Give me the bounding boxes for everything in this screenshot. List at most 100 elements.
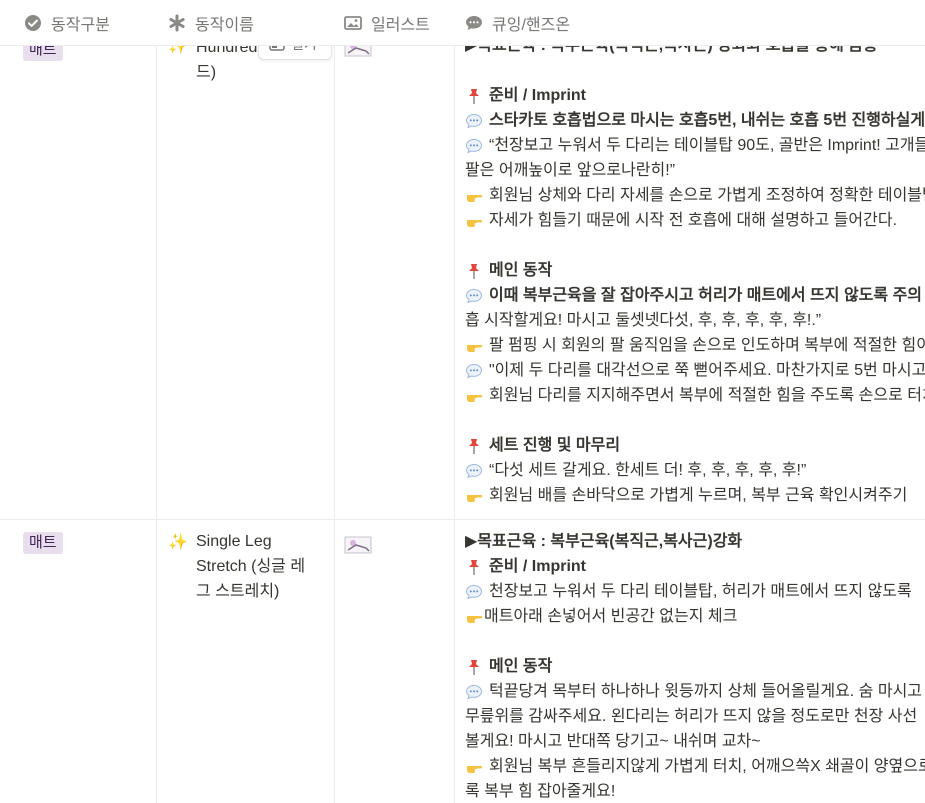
pushpin-icon [465, 558, 483, 576]
pointing-hand-icon [465, 187, 483, 205]
speech-bubble-icon [465, 683, 483, 701]
content-line: 자세가 힘들기 때문에 시작 전 호흡에 대해 설명하고 들어간다. [465, 208, 925, 233]
table-header: 동작구분 동작이름 일러스트 큐잉/핸즈온 [0, 0, 925, 46]
content-text: 무릎위를 감싸주세요. 왼다리는 허리가 뜨지 않을 정도로만 천장 사선 [465, 708, 918, 725]
pointing-hand-icon [465, 487, 483, 505]
illustration-thumbnail[interactable] [344, 534, 372, 554]
exercise-name-line: 그 스트레치) [196, 583, 280, 600]
exercise-name-line: Single Leg [196, 533, 272, 550]
column-header-category[interactable]: 동작구분 [24, 0, 110, 45]
exercise-name-line: 드) [196, 64, 217, 81]
cueing-content: ▶목표근육 : 복부근육(복직근,복사근) 강화와 호흡을 통해 몸통준비 / … [465, 45, 925, 508]
open-button[interactable]: 열기 [258, 45, 332, 60]
content-line: “천장보고 누워서 두 다리는 테이블탑 90도, 골반은 Imprint! 고… [465, 133, 925, 158]
content-line: 회원님 다리를 지지해주면서 복부에 적절한 힘을 주도록 손으로 터치 [465, 383, 925, 408]
category-tag[interactable]: 매트 [23, 532, 63, 554]
image-icon [344, 14, 362, 32]
sparkle-icon: ✨ [168, 45, 188, 55]
content-line: 팔은 어깨높이로 앞으로나란히!” [465, 158, 925, 183]
cueing-content: ▶목표근육 : 복부근육(복직근,복사근)강화준비 / Imprint 천장보고 … [465, 529, 925, 803]
content-line: 록 복부 힘 잡아줄게요! [465, 779, 925, 803]
column-header-label: 일러스트 [371, 16, 430, 34]
content-text: 스타카토 호흡법으로 마시는 호흡5번, 내쉬는 호흡 5번 진행하실게요 [489, 112, 925, 129]
pointing-hand-icon [465, 387, 483, 405]
content-line: 흡 시작할게요! 마시고 둘셋넷다섯, 후, 후, 후, 후, 후!.” [465, 308, 925, 333]
pushpin-icon [465, 87, 483, 105]
content-text: 흡 시작할게요! 마시고 둘셋넷다섯, 후, 후, 후, 후, 후!.” [465, 312, 822, 329]
content-line: 세트 진행 및 마무리 [465, 433, 925, 458]
content-line [465, 58, 925, 83]
column-header-label: 동작구분 [51, 16, 110, 34]
content-line: 메인 동작 [465, 654, 925, 679]
pushpin-icon [465, 658, 483, 676]
content-text: 팔 펌핑 시 회원의 팔 움직임을 손으로 인도하며 복부에 적절한 힘이 [489, 337, 925, 354]
content-text: 자세가 힘들기 때문에 시작 전 호흡에 대해 설명하고 들어간다. [489, 212, 898, 229]
pointing-hand-icon [465, 608, 483, 626]
content-text: 메인 동작 [489, 658, 553, 675]
content-line: 회원님 상체와 다리 자세를 손으로 가볍게 조정하여 정확한 테이블탑 [465, 183, 925, 208]
content-text: 볼게요! 마시고 반대쪽 당기고~ 내쉬며 교차~ [465, 733, 761, 750]
content-text: 턱끝당겨 목부터 하나하나 윗등까지 상체 들어올릴게요. 숨 마시고 [489, 683, 923, 700]
content-line: 턱끝당겨 목부터 하나하나 윗등까지 상체 들어올릴게요. 숨 마시고 [465, 679, 925, 704]
content-line: 메인 동작 [465, 258, 925, 283]
content-line [465, 629, 925, 654]
content-text: 회원님 배를 손바닥으로 가볍게 누르며, 복부 근육 확인시켜주기 [489, 487, 908, 504]
speech-bubble-icon [465, 462, 483, 480]
content-line: “다섯 세트 갈게요. 한세트 더! 후, 후, 후, 후, 후!” [465, 458, 925, 483]
content-text: 준비 / Imprint [489, 558, 586, 575]
pointing-hand-icon [465, 337, 483, 355]
content-text: “다섯 세트 갈게요. 한세트 더! 후, 후, 후, 후, 후!” [489, 462, 807, 479]
table-row[interactable]: 매트 ✨ Single Leg Stretch (싱글 레 그 스트레치) ▶목… [0, 520, 925, 803]
open-button-label: 열기 [291, 45, 317, 54]
content-line: 볼게요! 마시고 반대쪽 당기고~ 내쉬며 교차~ [465, 729, 925, 754]
content-line: 회원님 배를 손바닥으로 가볍게 누르며, 복부 근육 확인시켜주기 [465, 483, 925, 508]
content-line [465, 233, 925, 258]
speech-bubble-icon [465, 112, 483, 130]
content-line: 준비 / Imprint [465, 554, 925, 579]
content-line: "이제 두 다리를 대각선으로 쭉 뻗어주세요. 마찬가지로 5번 마시고 [465, 358, 925, 383]
content-line: 스타카토 호흡법으로 마시는 호흡5번, 내쉬는 호흡 5번 진행하실게요 [465, 108, 925, 133]
column-header-illustration[interactable]: 일러스트 [344, 0, 430, 45]
illustration-thumbnail[interactable] [344, 45, 372, 57]
column-header-label: 큐잉/핸즈온 [492, 16, 571, 34]
check-circle-icon [24, 14, 42, 32]
content-text: ▶목표근육 : 복부근육(복직근,복사근)강화 [465, 533, 743, 550]
content-line: 무릎위를 감싸주세요. 왼다리는 허리가 뜨지 않을 정도로만 천장 사선 [465, 704, 925, 729]
content-text: 록 복부 힘 잡아줄게요! [465, 783, 616, 800]
content-line [465, 408, 925, 433]
table-row[interactable]: 매트 ✨ Hundred 드) 열기 ▶목표근육 : 복부근육(복직근,복사근)… [0, 45, 925, 519]
content-text: 회원님 상체와 다리 자세를 손으로 가볍게 조정하여 정확한 테이블탑 [489, 187, 925, 204]
content-text: “천장보고 누워서 두 다리는 테이블탑 90도, 골반은 Imprint! 고… [489, 137, 925, 154]
content-line: 팔 펌핑 시 회원의 팔 움직임을 손으로 인도하며 복부에 적절한 힘이 [465, 333, 925, 358]
content-text: 이때 복부근육을 잘 잡아주시고 허리가 매트에서 뜨지 않도록 주의 [489, 287, 923, 304]
sparkle-icon: ✨ [168, 534, 188, 551]
content-line: ▶목표근육 : 복부근육(복직근,복사근) 강화와 호흡을 통해 몸통 [465, 45, 925, 58]
content-text: "이제 두 다리를 대각선으로 쭉 뻗어주세요. 마찬가지로 5번 마시고 [489, 362, 925, 379]
content-line: 이때 복부근육을 잘 잡아주시고 허리가 매트에서 뜨지 않도록 주의 [465, 283, 925, 308]
speech-bubble-icon [465, 137, 483, 155]
content-line: 천장보고 누워서 두 다리 테이블탑, 허리가 매트에서 뜨지 않도록 [465, 579, 925, 604]
exercise-name-line: Stretch (싱글 레 [196, 558, 306, 575]
pointing-hand-icon [465, 212, 483, 230]
column-header-name[interactable]: 동작이름 [168, 0, 254, 45]
pushpin-icon [465, 262, 483, 280]
content-text: 회원님 복부 흔들리지않게 가볍게 터치, 어깨으쓱X 쇄골이 양옆으로 [489, 758, 925, 775]
category-tag[interactable]: 매트 [23, 45, 63, 61]
column-header-label: 동작이름 [195, 16, 254, 34]
pushpin-icon [465, 437, 483, 455]
content-line: 준비 / Imprint [465, 83, 925, 108]
content-text: ▶목표근육 : 복부근육(복직근,복사근) 강화와 호흡을 통해 몸통 [465, 45, 878, 54]
content-text: 천장보고 누워서 두 다리 테이블탑, 허리가 매트에서 뜨지 않도록 [489, 583, 912, 600]
pointing-hand-icon [465, 758, 483, 776]
asterisk-icon [168, 14, 186, 32]
content-text: 세트 진행 및 마무리 [489, 437, 621, 454]
content-line: 매트아래 손넣어서 빈공간 없는지 체크 [465, 604, 925, 629]
content-text: 팔은 어깨높이로 앞으로나란히!” [465, 162, 676, 179]
speech-bubble-icon [465, 362, 483, 380]
speech-bubble-icon [465, 583, 483, 601]
content-line: ▶목표근육 : 복부근육(복직근,복사근)강화 [465, 529, 925, 554]
content-line: 회원님 복부 흔들리지않게 가볍게 터치, 어깨으쓱X 쇄골이 양옆으로 [465, 754, 925, 779]
speech-bubble-icon [465, 287, 483, 305]
exercise-name[interactable]: Single Leg Stretch (싱글 레 그 스트레치) [196, 529, 326, 604]
column-header-cueing[interactable]: 큐잉/핸즈온 [465, 0, 570, 45]
